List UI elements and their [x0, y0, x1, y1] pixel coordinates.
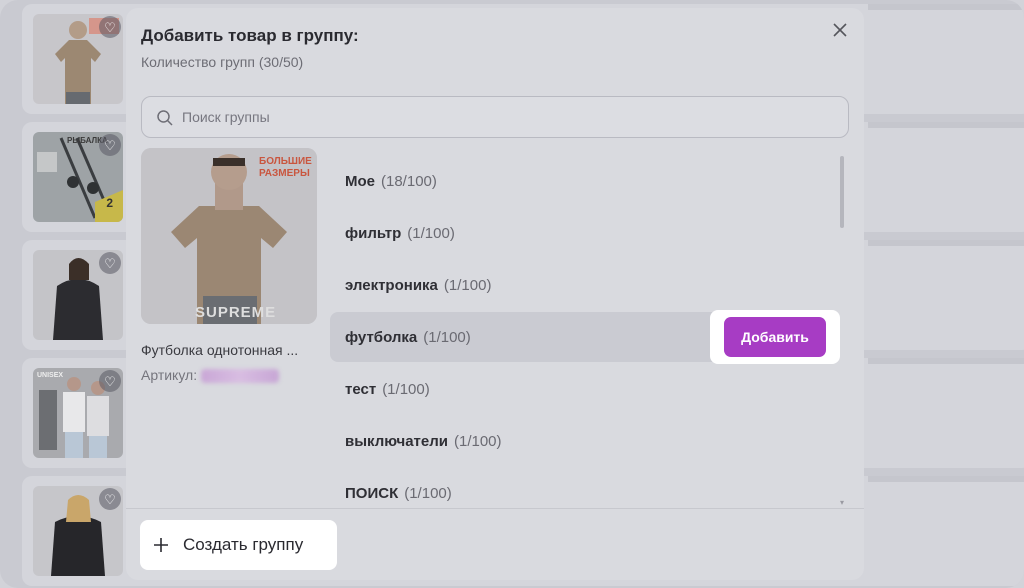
product-thumb[interactable]: ♡ — [33, 486, 123, 576]
group-count: (1/100) — [407, 224, 455, 242]
heart-icon[interactable]: ♡ — [99, 252, 121, 274]
group-name: фильтр — [345, 224, 402, 242]
group-count: (1/100) — [423, 328, 471, 346]
group-item[interactable]: выключатели (1/100) — [330, 416, 840, 466]
product-thumb[interactable]: UNISEX ♡ — [33, 368, 123, 458]
group-name: электроника — [345, 276, 438, 294]
heart-icon[interactable]: ♡ — [99, 488, 121, 510]
close-button[interactable] — [828, 18, 852, 42]
plus-icon — [154, 538, 168, 552]
group-item[interactable]: электроника (1/100) — [330, 260, 840, 310]
search-icon — [157, 110, 173, 126]
product-name: Футболка однотонная ... — [141, 342, 299, 358]
product-thumb[interactable]: РЫБАЛКА 2 ♡ — [33, 132, 123, 222]
close-icon — [833, 23, 847, 37]
search-input[interactable] — [182, 97, 832, 137]
group-name: Мое — [345, 172, 375, 190]
heart-icon[interactable]: ♡ — [99, 16, 121, 38]
group-item[interactable]: тест (1/100) — [330, 364, 840, 414]
thumb-label: UNISEX — [37, 372, 64, 379]
product-image-brand: SUPREME — [195, 304, 277, 321]
group-count: (1/100) — [443, 276, 492, 294]
group-item[interactable]: фильтр (1/100) — [330, 208, 840, 258]
add-button-container: Добавить — [710, 310, 840, 364]
group-item[interactable]: Мое (18/100) — [330, 156, 840, 206]
group-name: тест — [345, 380, 377, 398]
app-frame: ♡ РЫБАЛКА 2 ♡ ♡ UNISEX ♡ ♡ Добавить това… — [0, 0, 1024, 588]
group-item-hovered[interactable]: футболка (1/100) Добавить — [330, 310, 840, 364]
group-count: (1/100) — [453, 432, 502, 450]
product-image-caption: БОЛЬШИЕ — [259, 156, 312, 167]
group-item[interactable]: ПОИСК (1/100) — [330, 468, 840, 508]
product-image-caption: РАЗМЕРЫ — [259, 168, 310, 179]
group-count: (1/100) — [404, 484, 452, 502]
group-name: футболка — [345, 328, 418, 346]
article-value-redacted — [201, 369, 280, 384]
create-group-label: Создать группу — [183, 535, 304, 554]
article-label: Артикул: — [141, 367, 198, 383]
group-count: (18/100) — [381, 172, 437, 190]
footer-divider — [126, 508, 864, 509]
thumb-badge: 2 — [106, 196, 113, 210]
add-to-group-button[interactable]: Добавить — [724, 317, 826, 357]
product-thumb[interactable]: ♡ — [33, 14, 123, 104]
heart-icon[interactable]: ♡ — [99, 134, 121, 156]
scroll-down-icon[interactable]: ▾ — [840, 498, 845, 507]
modal-title: Добавить товар в группу: — [141, 26, 359, 45]
heart-icon[interactable]: ♡ — [99, 370, 121, 392]
group-search[interactable] — [141, 96, 849, 138]
group-name: выключатели — [345, 432, 448, 450]
group-count: Количество групп (30/50) — [141, 54, 304, 70]
product-image: БОЛЬШИЕ РАЗМЕРЫ SUPREME — [141, 148, 317, 324]
product-thumb[interactable]: ♡ — [33, 250, 123, 340]
group-count: (1/100) — [382, 380, 430, 398]
product-article: Артикул: — [141, 367, 280, 384]
group-name: ПОИСК — [345, 484, 399, 502]
add-to-group-modal: Добавить товар в группу: Количество груп… — [126, 8, 864, 580]
scrollbar-thumb[interactable] — [840, 156, 844, 228]
create-group-button[interactable]: Создать группу — [140, 520, 337, 570]
group-list: Мое (18/100) фильтр (1/100) электроника … — [330, 148, 842, 508]
